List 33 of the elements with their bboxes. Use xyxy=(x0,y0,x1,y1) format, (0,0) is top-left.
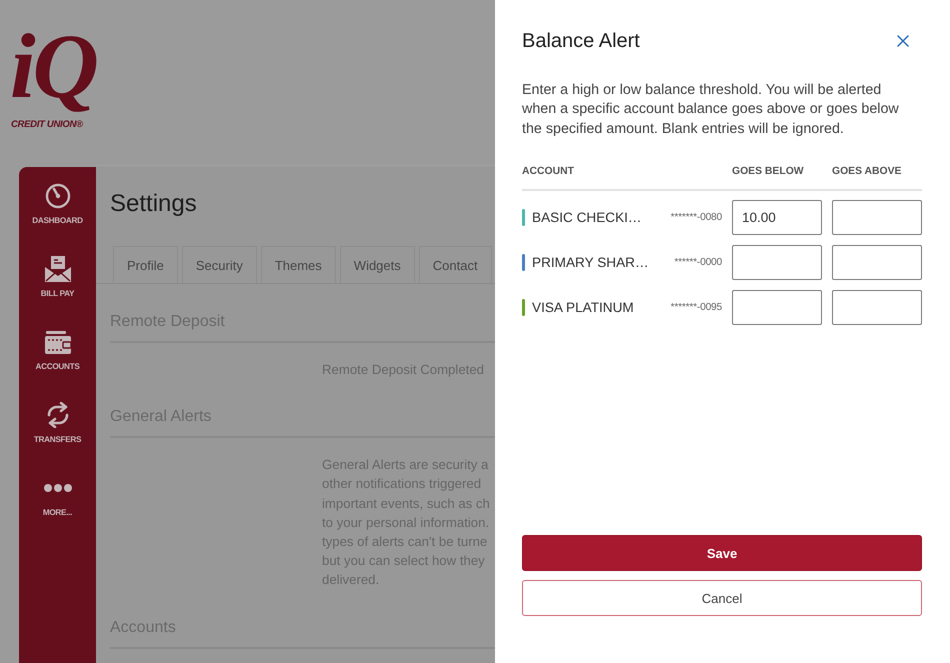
goes-above-field[interactable] xyxy=(832,200,922,235)
logo-mark: iQ xyxy=(9,14,98,118)
nav-item[interactable]: ACCOUNTS xyxy=(19,328,96,401)
account-name: VISA PLATINUM xyxy=(532,300,634,315)
nav-item[interactable]: TRANSFERS xyxy=(19,401,96,474)
more-icon xyxy=(44,484,72,492)
goes-above-field[interactable] xyxy=(832,290,922,325)
column-header: GOES BELOW xyxy=(732,166,804,177)
wallet-icon xyxy=(44,330,70,354)
page-title: Settings xyxy=(110,190,197,218)
account-number: *******-0095 xyxy=(670,302,722,313)
nav-item[interactable]: DASHBOARD xyxy=(19,182,96,255)
cancel-button[interactable]: Cancel xyxy=(522,580,922,616)
column-header: ACCOUNT xyxy=(522,166,574,177)
save-button[interactable]: Save xyxy=(522,535,922,571)
goes-below-field[interactable] xyxy=(732,244,822,280)
goes-below-field[interactable]: 10.00 xyxy=(732,200,822,235)
dialog-title: Balance Alert xyxy=(522,29,640,53)
envelope-icon xyxy=(44,255,72,283)
goes-below-field[interactable] xyxy=(732,290,822,325)
logo-tagline: CREDIT UNION® xyxy=(11,119,84,130)
arrows-loop-icon xyxy=(44,402,70,428)
account-name: BASIC CHECKI… xyxy=(532,210,642,225)
close-icon[interactable] xyxy=(897,35,909,47)
nav-item[interactable]: BILL PAY xyxy=(19,255,96,328)
nav-item[interactable]: MORE... xyxy=(19,474,96,547)
account-number: ******-0000 xyxy=(674,256,722,268)
goes-above-field[interactable] xyxy=(832,244,922,280)
dialog-description: Enter a high or low balance threshold. You will be alerted when a specific account balance goes above or goes below the specified amount. Blank entries will be ignored. xyxy=(522,81,900,139)
gauge-icon xyxy=(44,183,70,209)
account-number: *******-0080 xyxy=(670,212,722,223)
column-header: GOES ABOVE xyxy=(832,166,902,177)
account-name: PRIMARY SHAR… xyxy=(532,254,649,270)
